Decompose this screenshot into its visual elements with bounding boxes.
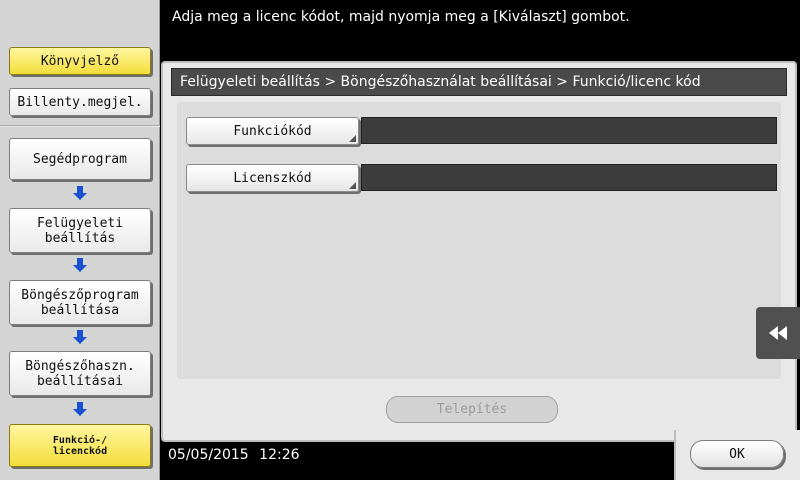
instruction-text: Adja meg a licenc kódot, majd nyomja meg… [172,9,630,25]
step-browser-settings-button[interactable]: Böngészőprogram beállítása [9,280,151,325]
datetime: 05/05/2015 12:26 [168,447,300,463]
step-browser-usage-settings-button[interactable]: Böngészőhaszn. beállításai [9,351,151,396]
install-button[interactable]: Telepítés [386,396,558,423]
date-text: 05/05/2015 [168,447,249,463]
bookmark-button[interactable]: Könyvjelző [9,47,151,75]
sidebar: Könyvjelző Billenty.megjel. Segédprogram… [0,0,160,480]
function-code-button[interactable]: Funkciókód [186,117,359,145]
side-panel-toggle[interactable] [756,307,800,359]
ok-area: OK [674,430,800,480]
ok-button[interactable]: OK [690,440,784,468]
corner-indicator-icon [349,182,356,189]
license-code-input[interactable] [361,164,777,191]
time-text: 12:26 [259,447,300,463]
license-code-label: Licenszkód [233,170,312,186]
corner-indicator-icon [349,135,356,142]
function-code-label: Funkciókód [233,123,312,139]
down-arrow-icon [73,402,87,416]
down-arrow-icon [73,186,87,200]
down-arrow-icon [73,330,87,344]
step-function-license-code-button[interactable]: Funkció-/ licenckód [9,424,151,467]
rewind-icon [769,326,787,340]
form-area: Funkciókód Licenszkód [177,102,781,379]
sidebar-divider [0,125,160,127]
step-admin-settings-button[interactable]: Felügyeleti beállítás [9,208,151,253]
license-code-button[interactable]: Licenszkód [186,164,359,192]
function-code-input[interactable] [361,117,777,144]
down-arrow-icon [73,258,87,272]
breadcrumb: Felügyeleti beállítás > Böngészőhasznála… [171,68,787,96]
keyboard-display-button[interactable]: Billenty.megjel. [9,88,151,116]
main-panel: Felügyeleti beállítás > Böngészőhasznála… [161,61,797,442]
step-utility-button[interactable]: Segédprogram [9,138,151,180]
